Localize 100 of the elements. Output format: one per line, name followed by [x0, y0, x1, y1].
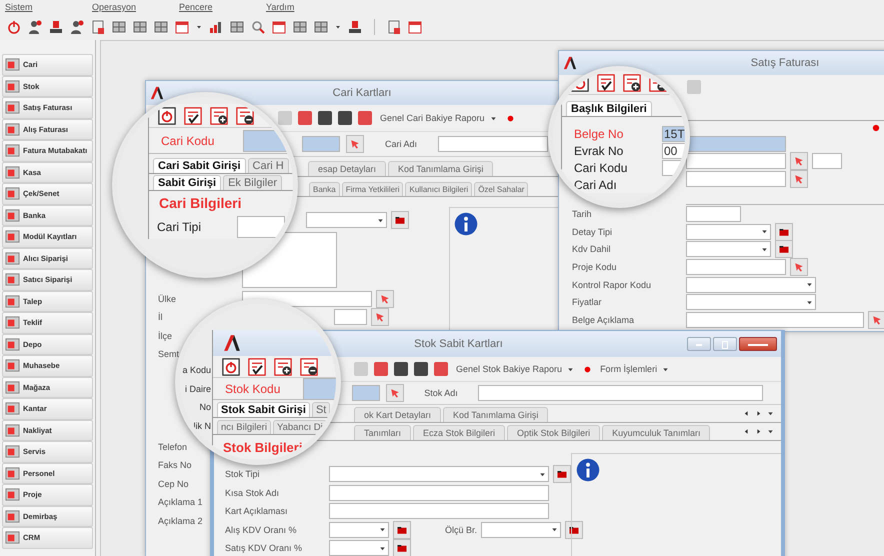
stamp-icon[interactable] — [347, 19, 363, 35]
user-icon[interactable] — [69, 19, 85, 35]
text-field[interactable] — [686, 312, 864, 328]
text-field[interactable]: 00 — [662, 142, 685, 158]
maximize-button[interactable] — [713, 337, 737, 351]
tab[interactable]: Optik Stok Bilgileri — [507, 425, 600, 440]
combo-box[interactable] — [686, 276, 816, 293]
tab[interactable]: Stok Sabit Girişi — [217, 402, 310, 417]
lookup-button[interactable] — [376, 290, 394, 308]
text-field[interactable] — [438, 136, 548, 152]
text-field[interactable] — [686, 170, 786, 187]
lookup-button[interactable] — [790, 152, 808, 170]
minimize-button[interactable] — [687, 337, 711, 351]
report-dropdown[interactable]: Genel Stok Bakiye Raporu — [454, 364, 578, 374]
text-field[interactable] — [243, 130, 287, 152]
power-icon[interactable] — [157, 106, 177, 126]
menu-item[interactable]: Sistem — [5, 2, 92, 12]
text-field[interactable] — [812, 153, 842, 170]
power-icon[interactable] — [221, 356, 241, 376]
text-field[interactable] — [478, 385, 763, 401]
calendar-icon[interactable] — [407, 19, 423, 35]
text-field[interactable] — [686, 206, 741, 222]
menu-item[interactable]: Pencere — [179, 2, 266, 12]
folder-button[interactable] — [775, 222, 793, 241]
text-field[interactable] — [329, 484, 549, 501]
folder-button[interactable] — [565, 520, 584, 539]
text-field[interactable] — [329, 503, 549, 520]
toolbar-button[interactable] — [414, 362, 428, 376]
toolbar-button[interactable] — [394, 362, 408, 376]
grid-icon[interactable] — [153, 19, 169, 35]
lookup-button[interactable] — [790, 170, 808, 188]
calendar-icon[interactable] — [271, 19, 287, 35]
add-icon[interactable] — [273, 356, 293, 376]
close-button[interactable] — [739, 337, 777, 351]
tab[interactable]: Başlık Bilgileri — [566, 101, 652, 116]
tab[interactable]: ncı Bilgileri — [217, 420, 271, 434]
folder-button[interactable] — [393, 520, 411, 539]
grid-icon[interactable] — [111, 19, 127, 35]
text-field[interactable] — [302, 136, 340, 152]
document-icon[interactable] — [386, 19, 402, 35]
tab[interactable]: Banka — [309, 182, 340, 196]
text-field[interactable] — [686, 136, 786, 152]
remove-icon[interactable] — [299, 356, 319, 376]
text-field[interactable] — [303, 378, 336, 400]
text-field[interactable] — [237, 216, 285, 238]
folder-button[interactable] — [553, 465, 571, 484]
add-icon[interactable] — [622, 72, 642, 92]
grid-icon[interactable] — [292, 19, 308, 35]
document-icon[interactable] — [90, 19, 106, 35]
lookup-button[interactable] — [790, 258, 808, 276]
tab[interactable]: Firma Yetkilileri — [342, 182, 404, 196]
grid-icon[interactable] — [132, 19, 148, 35]
text-field[interactable] — [686, 153, 786, 170]
folder-button[interactable] — [775, 240, 793, 258]
checklist-icon[interactable] — [247, 356, 267, 376]
report-dropdown[interactable]: Genel Cari Bakiye Raporu — [378, 113, 500, 123]
user-icon[interactable] — [27, 19, 43, 35]
grid-icon[interactable] — [229, 19, 245, 35]
caret-icon[interactable] — [334, 23, 342, 31]
tab[interactable]: Sabit Girişi — [153, 175, 222, 190]
tab[interactable]: Tanımları — [354, 425, 412, 440]
text-field[interactable] — [334, 309, 367, 326]
chart-icon[interactable] — [208, 19, 224, 35]
tab[interactable]: Özel Sahalar — [474, 182, 528, 196]
text-field[interactable] — [352, 385, 380, 401]
lookup-button[interactable] — [386, 384, 404, 402]
tab[interactable]: ok Kart Detayları — [354, 407, 442, 422]
menu-item[interactable]: Yardım — [266, 2, 353, 12]
stamp-icon[interactable] — [48, 19, 64, 35]
tab[interactable]: esap Detayları — [308, 161, 386, 176]
report-dropdown[interactable]: Form İşlemleri — [598, 364, 672, 374]
grid-icon[interactable] — [313, 19, 329, 35]
tab[interactable]: St — [312, 402, 330, 417]
folder-button[interactable] — [391, 211, 409, 230]
lookup-button[interactable] — [371, 308, 389, 326]
tab[interactable]: Ecza Stok Bilgileri — [413, 425, 506, 440]
toolbar-button[interactable] — [338, 111, 352, 125]
text-field[interactable] — [686, 258, 786, 275]
tab[interactable]: Kod Tanımlama Girişi — [388, 161, 494, 176]
lookup-button[interactable] — [346, 135, 364, 153]
checklist-icon[interactable] — [183, 106, 203, 126]
tile-icon — [5, 229, 20, 244]
tab[interactable]: Kod Tanımlama Girişi — [443, 407, 548, 422]
tab[interactable]: Ek Bilgiler — [223, 175, 282, 190]
remove-icon[interactable] — [235, 106, 255, 126]
tab[interactable]: Kuyumculuk Tanımları — [602, 425, 710, 440]
folder-button[interactable] — [393, 539, 411, 556]
lookup-button[interactable] — [868, 310, 884, 329]
calendar-icon[interactable] — [174, 19, 190, 35]
checklist-icon[interactable] — [596, 72, 616, 92]
caret-icon[interactable] — [195, 23, 203, 31]
combo-box[interactable] — [686, 294, 816, 310]
text-field[interactable]: 15T — [662, 126, 685, 142]
add-icon[interactable] — [209, 106, 229, 126]
toolbar-button[interactable] — [318, 111, 332, 125]
menu-item[interactable]: Operasyon — [92, 2, 179, 12]
tab[interactable]: Kullanıcı Bilgileri — [405, 182, 472, 196]
search-icon[interactable] — [250, 19, 266, 35]
tab[interactable]: Cari Sabit Girişi — [153, 158, 246, 173]
tab[interactable]: Cari H — [248, 158, 289, 173]
